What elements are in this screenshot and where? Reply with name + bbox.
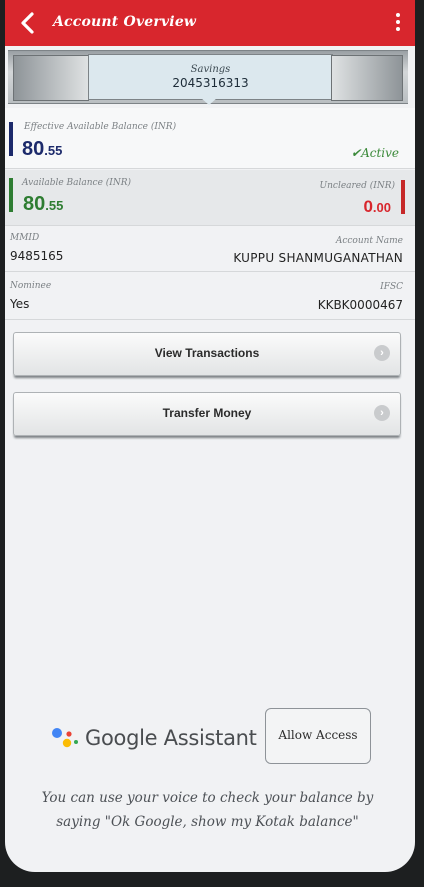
- uncleared-value: 0.00: [363, 197, 391, 216]
- mmid-row: [5, 226, 415, 272]
- back-button[interactable]: [13, 8, 43, 38]
- nominee-label: Nominee: [10, 281, 52, 291]
- selector-pointer: [201, 98, 217, 105]
- uncleared-label: Uncleared (INR): [319, 181, 395, 191]
- account-selector[interactable]: Savings 2045316313: [8, 50, 408, 105]
- view-transactions-button[interactable]: View Transactions ›: [13, 332, 401, 376]
- account-overview-screen: Account Overview Savings 2045316313 Effe…: [5, 0, 415, 872]
- allow-access-button[interactable]: Allow Access: [265, 708, 371, 764]
- available-balance-marker: [9, 178, 13, 212]
- uncleared-marker: [401, 180, 405, 214]
- effective-balance-value: 80.55: [22, 138, 63, 160]
- selected-account-card[interactable]: Savings 2045316313: [88, 54, 333, 100]
- mmid-value: 9485165: [10, 249, 64, 263]
- mmid-label: MMID: [10, 233, 40, 243]
- google-assistant-icon: [49, 724, 81, 754]
- next-account-slot[interactable]: [331, 55, 403, 101]
- available-balance-value: 80.55: [23, 193, 64, 215]
- previous-account-slot[interactable]: [13, 55, 89, 101]
- account-type: Savings: [190, 64, 231, 75]
- account-name-value: KUPPU SHANMUGANATHAN: [233, 251, 403, 265]
- nominee-row: [5, 272, 415, 320]
- account-number: 2045316313: [172, 76, 249, 90]
- view-transactions-label: View Transactions: [154, 346, 260, 360]
- chevron-right-icon: ›: [374, 405, 390, 421]
- check-icon: ✔: [351, 146, 362, 160]
- page-title: Account Overview: [53, 14, 197, 30]
- account-name-label: Account Name: [335, 236, 403, 246]
- transfer-money-button[interactable]: Transfer Money ›: [13, 392, 401, 436]
- allow-access-label: Allow Access: [278, 728, 358, 742]
- available-balance-label: Available Balance (INR): [22, 178, 132, 188]
- google-assistant-brand: Google Assistant: [85, 726, 257, 750]
- more-options-button[interactable]: [393, 13, 403, 37]
- ifsc-value: KKBK0000467: [317, 298, 403, 312]
- effective-balance-label: Effective Available Balance (INR): [24, 122, 177, 132]
- app-bar: Account Overview: [5, 0, 415, 46]
- nominee-value: Yes: [10, 297, 30, 311]
- chevron-right-icon: ›: [374, 345, 390, 361]
- transfer-money-label: Transfer Money: [162, 406, 252, 420]
- more-vert-icon: [396, 13, 400, 17]
- back-arrow-icon: [21, 12, 34, 34]
- account-status-badge: ✔Active: [351, 146, 399, 160]
- effective-balance-marker: [9, 122, 13, 156]
- voice-hint-text: You can use your voice to check your bal…: [41, 790, 374, 830]
- ifsc-label: IFSC: [380, 282, 403, 292]
